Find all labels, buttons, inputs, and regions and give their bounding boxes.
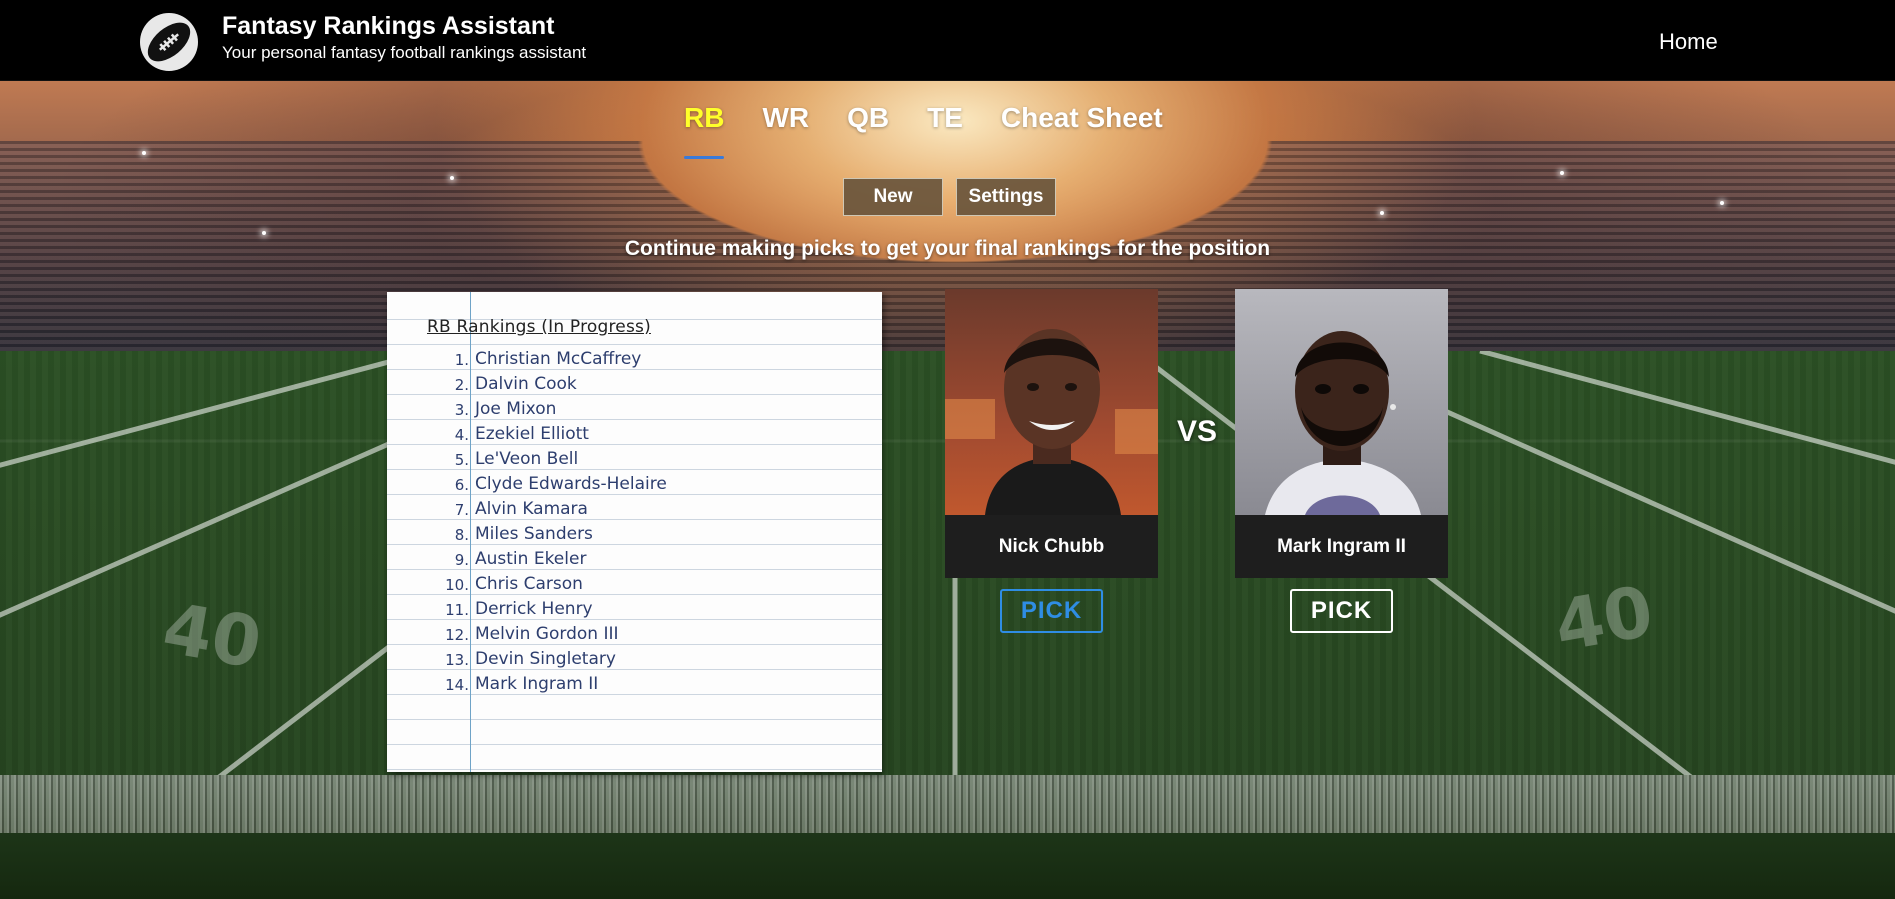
- player-card-left: Nick Chubb: [945, 289, 1158, 578]
- rank-number: 7.: [454, 501, 469, 519]
- nav-home-link[interactable]: Home: [1659, 29, 1718, 55]
- light-sparkle: [1720, 201, 1724, 205]
- player-name: Chris Carson: [475, 574, 583, 594]
- bottom-turf: [0, 833, 1895, 899]
- tab-cheat-sheet[interactable]: Cheat Sheet: [1001, 102, 1163, 158]
- player-name: Clyde Edwards-Helaire: [475, 474, 667, 494]
- rank-number: 11.: [445, 601, 469, 619]
- rankings-title: RB Rankings (In Progress): [427, 317, 651, 337]
- rank-number: 3.: [454, 401, 469, 419]
- svg-text:40: 40: [157, 587, 267, 685]
- rank-number: 8.: [454, 526, 469, 544]
- list-item: 14. Mark Ingram II: [387, 673, 882, 698]
- rank-number: 10.: [445, 576, 469, 594]
- position-tabs: RB WR QB TE Cheat Sheet: [684, 102, 1201, 159]
- list-item: 5. Le'Veon Bell: [387, 448, 882, 473]
- player-photo: [945, 289, 1158, 515]
- rankings-list: 1. Christian McCaffrey 2. Dalvin Cook 3. Jo…: [387, 348, 882, 698]
- rank-number: 14.: [445, 676, 469, 694]
- light-sparkle: [1560, 171, 1564, 175]
- list-item: 6. Clyde Edwards-Helaire: [387, 473, 882, 498]
- list-item: 3. Joe Mixon: [387, 398, 882, 423]
- vs-label: VS: [1177, 415, 1218, 448]
- list-item: 8. Miles Sanders: [387, 523, 882, 548]
- player-name: Joe Mixon: [475, 399, 557, 419]
- player-name: Christian McCaffrey: [475, 349, 642, 369]
- player-name: Alvin Kamara: [475, 499, 588, 519]
- football-icon[interactable]: [140, 13, 198, 71]
- turf-strip: [0, 775, 1895, 833]
- instruction-text: Continue making picks to get your final …: [624, 237, 1271, 260]
- tab-te[interactable]: TE: [927, 102, 963, 158]
- settings-button[interactable]: Settings: [956, 178, 1056, 216]
- player-name-left: Nick Chubb: [945, 515, 1158, 578]
- app-subtitle: Your personal fantasy football rankings …: [222, 43, 587, 62]
- rankings-notebook: RB Rankings (In Progress) 1. Christian Mc…: [387, 292, 882, 772]
- player-name: Devin Singletary: [475, 649, 616, 669]
- rank-number: 12.: [445, 626, 469, 644]
- pick-button-left[interactable]: PICK: [1000, 589, 1103, 633]
- rank-number: 13.: [445, 651, 469, 669]
- tab-rb[interactable]: RB: [684, 102, 725, 159]
- player-name: Miles Sanders: [475, 524, 593, 544]
- app-header: Fantasy Rankings Assistant Your personal…: [0, 0, 1895, 81]
- player-name: Le'Veon Bell: [475, 449, 579, 469]
- list-item: 1. Christian McCaffrey: [387, 348, 882, 373]
- light-sparkle: [1380, 211, 1384, 215]
- rank-number: 2.: [454, 376, 469, 394]
- list-item: 2. Dalvin Cook: [387, 373, 882, 398]
- rank-number: 9.: [454, 551, 469, 569]
- player-photo: [1235, 289, 1448, 515]
- pick-button-right[interactable]: PICK: [1290, 589, 1393, 633]
- list-item: 9. Austin Ekeler: [387, 548, 882, 573]
- rank-number: 5.: [454, 451, 469, 469]
- rank-number: 1.: [454, 351, 469, 369]
- app-title: Fantasy Rankings Assistant: [222, 12, 555, 40]
- rank-number: 4.: [454, 426, 469, 444]
- player-name: Mark Ingram II: [475, 674, 599, 694]
- light-sparkle: [262, 231, 266, 235]
- list-item: 10. Chris Carson: [387, 573, 882, 598]
- light-sparkle: [450, 176, 454, 180]
- player-name: Ezekiel Elliott: [475, 424, 589, 444]
- player-name: Derrick Henry: [475, 599, 593, 619]
- list-item: 13. Devin Singletary: [387, 648, 882, 673]
- player-name: Austin Ekeler: [475, 549, 587, 569]
- rank-number: 6.: [454, 476, 469, 494]
- new-button[interactable]: New: [843, 178, 943, 216]
- list-item: 4. Ezekiel Elliott: [387, 423, 882, 448]
- svg-text:40: 40: [1549, 570, 1659, 668]
- tab-wr[interactable]: WR: [762, 102, 809, 158]
- light-sparkle: [142, 151, 146, 155]
- player-card-right: Mark Ingram II: [1235, 289, 1448, 578]
- list-item: 12. Melvin Gordon III: [387, 623, 882, 648]
- list-item: 11. Derrick Henry: [387, 598, 882, 623]
- list-item: 7. Alvin Kamara: [387, 498, 882, 523]
- player-name: Melvin Gordon III: [475, 624, 619, 644]
- tab-qb[interactable]: QB: [847, 102, 889, 158]
- player-name-right: Mark Ingram II: [1235, 515, 1448, 578]
- player-name: Dalvin Cook: [475, 374, 577, 394]
